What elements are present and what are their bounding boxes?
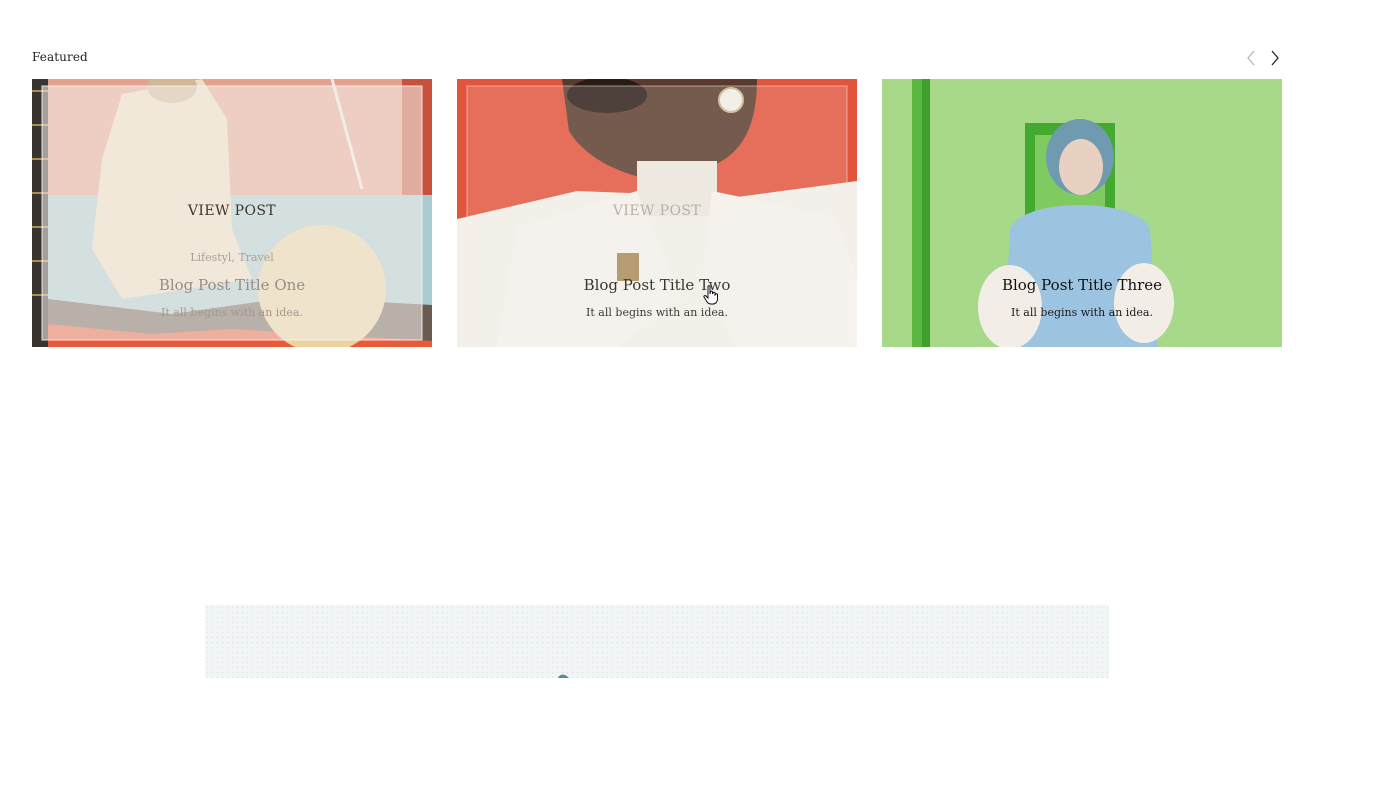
chevron-left-icon <box>1247 50 1255 66</box>
featured-card-1[interactable]: VIEW POST Lifestyl, Travel Blog Post Tit… <box>32 79 432 347</box>
featured-card-2[interactable]: VIEW POST Blog Post Title Two It all beg… <box>457 79 857 347</box>
chevron-right-icon <box>1271 50 1279 66</box>
view-post-label: VIEW POST <box>612 203 702 219</box>
card-title: Blog Post Title One <box>158 276 306 294</box>
banner-image <box>205 605 1109 678</box>
card-category: Lifestyl, Travel <box>190 251 274 264</box>
card-title: Blog Post Title Three <box>1001 276 1163 294</box>
hand-pointer-icon <box>703 285 718 305</box>
card-excerpt: It all begins with an idea. <box>1011 306 1153 319</box>
carousel-next-button[interactable] <box>1265 48 1285 68</box>
carousel-prev-button[interactable] <box>1241 48 1261 68</box>
card-excerpt: It all begins with an idea. <box>161 306 303 319</box>
card-title: Blog Post Title Two <box>583 276 731 294</box>
featured-card-3[interactable]: Blog Post Title Three It all begins with… <box>882 79 1282 347</box>
featured-header: Featured <box>32 48 1282 68</box>
view-post-label: VIEW POST <box>187 203 277 219</box>
card-excerpt: It all begins with an idea. <box>586 306 728 319</box>
section-title: Featured <box>32 50 88 64</box>
